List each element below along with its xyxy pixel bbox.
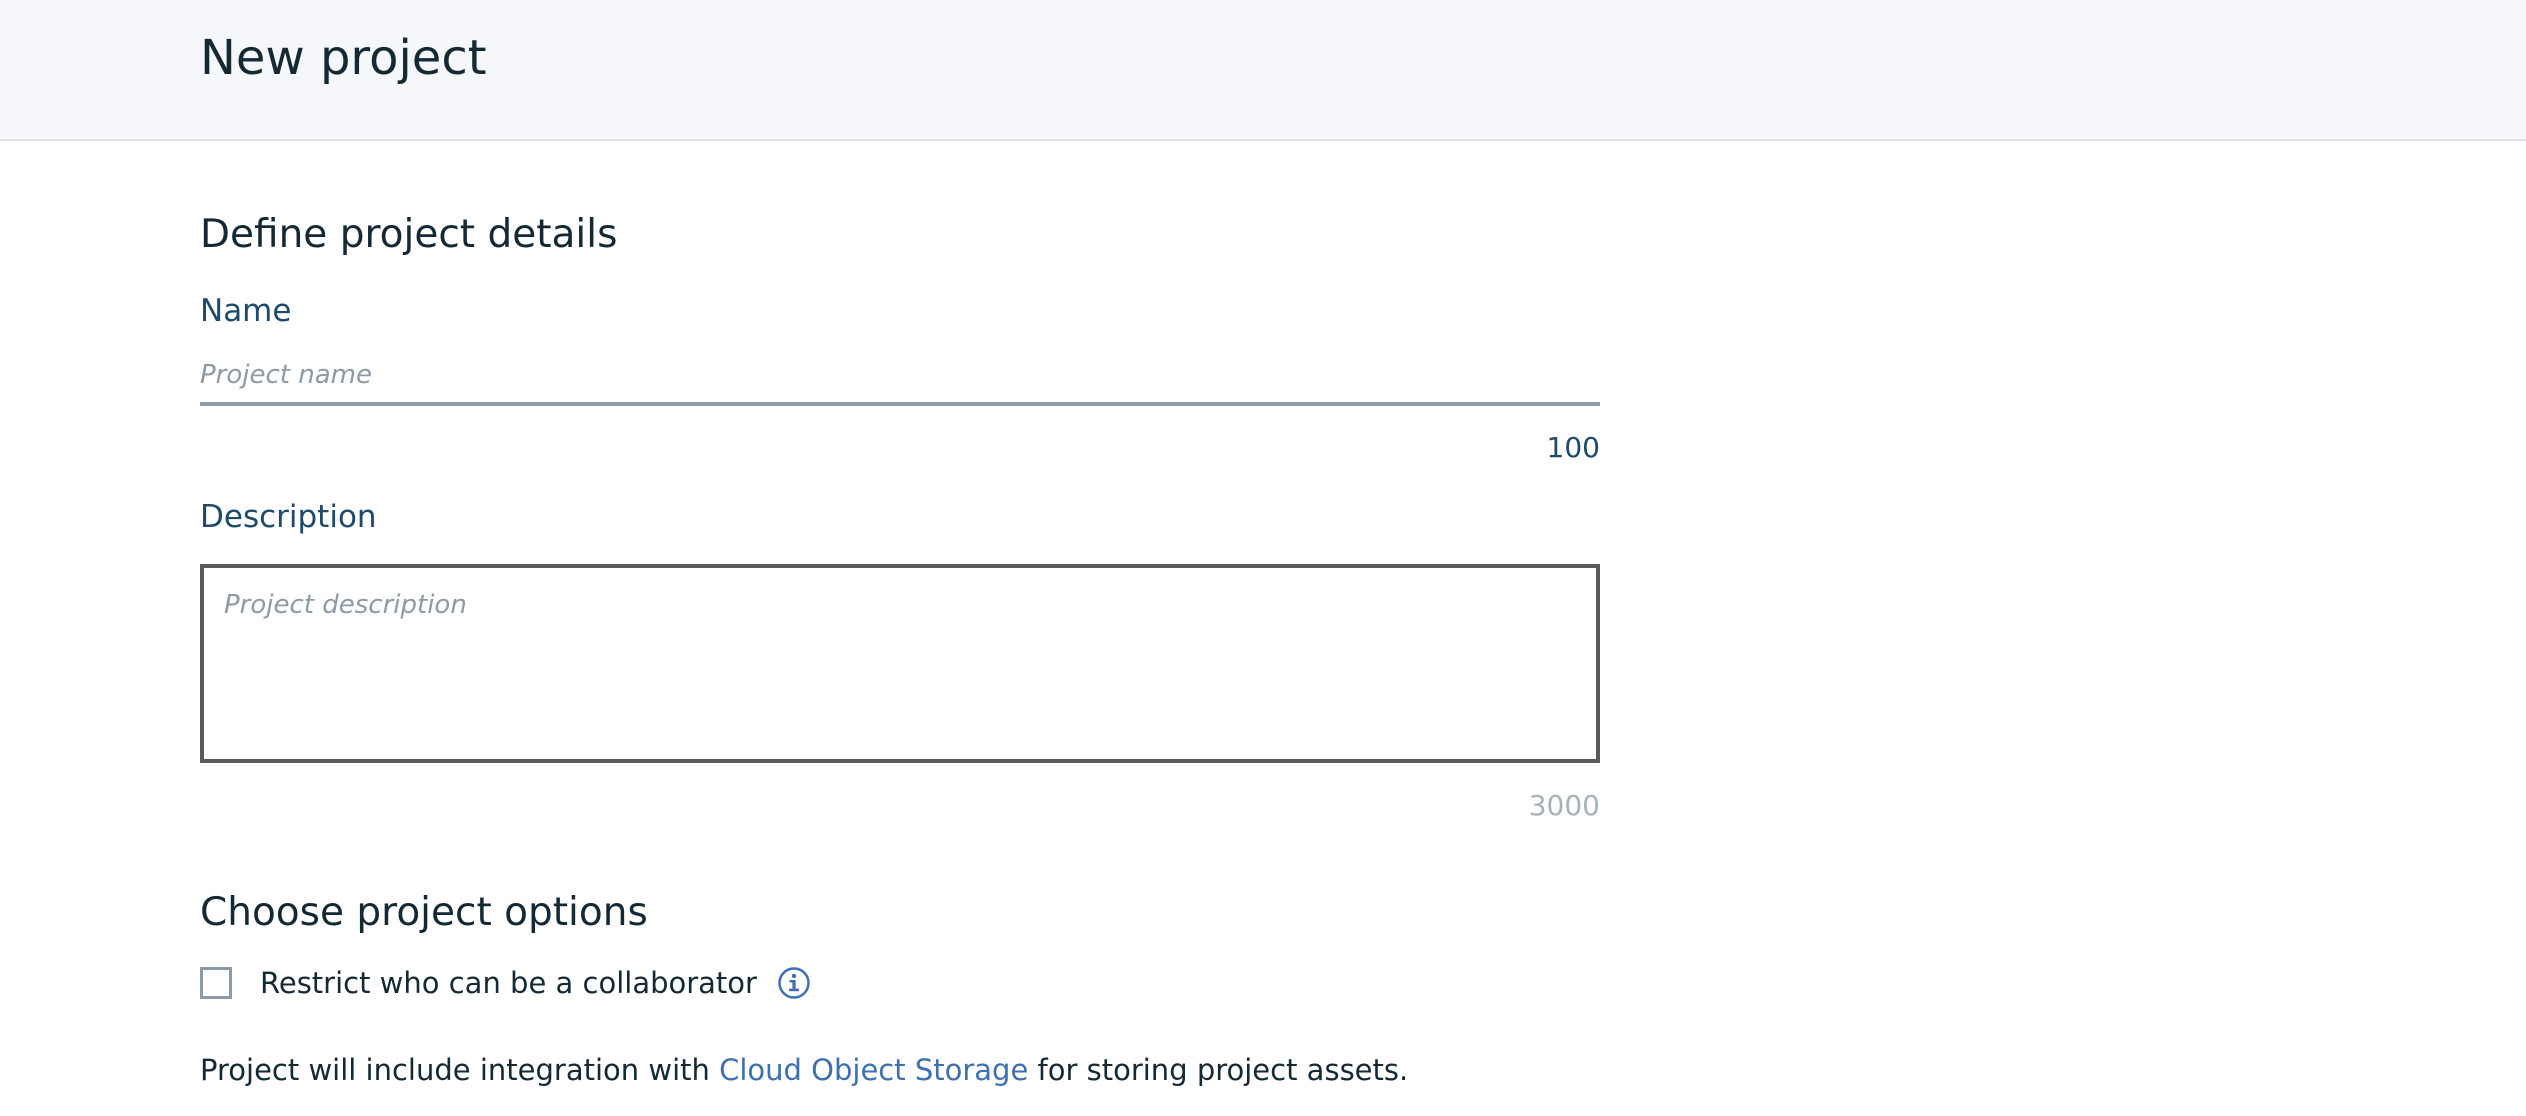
project-description-textarea[interactable] <box>200 564 1600 763</box>
project-details-heading: Define project details <box>200 212 618 257</box>
new-project-form: Define project details Name 100 Descript… <box>200 141 1600 1116</box>
page-header: New project <box>0 0 2526 141</box>
description-label: Description <box>200 499 377 535</box>
name-char-limit: 100 <box>1546 431 1600 464</box>
project-name-input[interactable] <box>200 348 1600 406</box>
restrict-collaborator-option: Restrict who can be a collaborator <box>200 963 811 1003</box>
name-label: Name <box>200 293 292 329</box>
integration-suffix: for storing project assets. <box>1028 1053 1409 1087</box>
cloud-object-storage-link[interactable]: Cloud Object Storage <box>719 1053 1028 1087</box>
info-icon[interactable] <box>777 966 811 1000</box>
restrict-collaborator-label[interactable]: Restrict who can be a collaborator <box>260 963 757 1003</box>
page-title: New project <box>200 30 487 86</box>
integration-notice: Project will include integration with Cl… <box>200 1050 1408 1090</box>
project-options-heading: Choose project options <box>200 890 648 935</box>
integration-prefix: Project will include integration with <box>200 1053 720 1087</box>
description-char-limit: 3000 <box>1528 789 1600 822</box>
restrict-collaborator-checkbox[interactable] <box>200 967 232 999</box>
